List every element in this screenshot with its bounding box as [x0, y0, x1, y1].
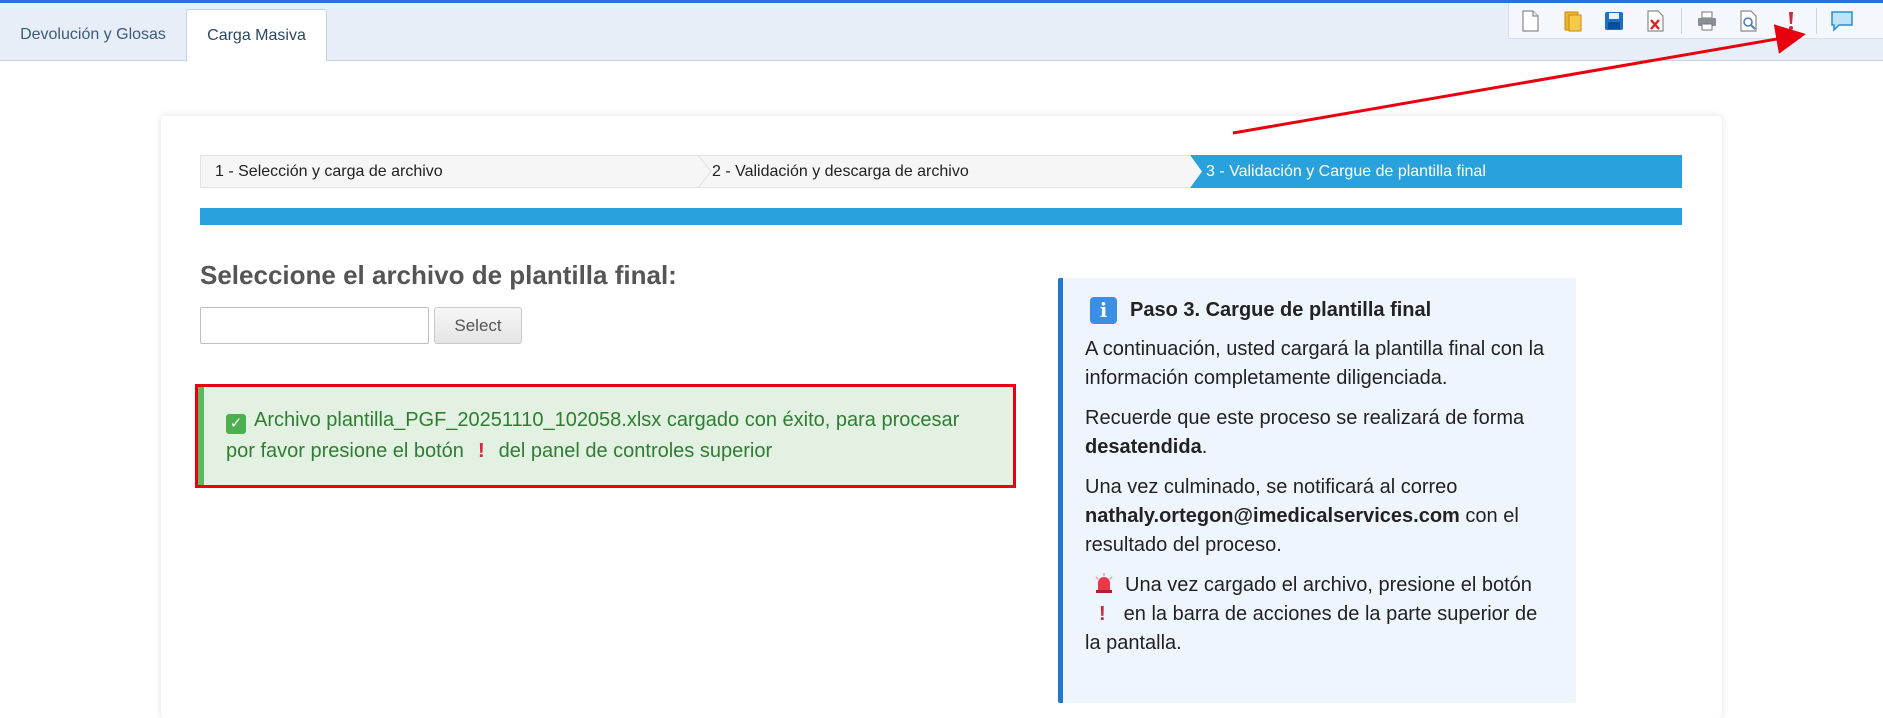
info-text: Una vez cargado el archivo, presione el …	[1125, 574, 1532, 596]
success-alert: ✓ Archivo plantilla_PGF_20251110_102058.x…	[195, 384, 1016, 488]
info-title-text: Paso 3. Cargue de plantilla final	[1130, 299, 1432, 321]
info-paragraph-4: Una vez cargado el archivo, presione el …	[1085, 571, 1554, 658]
wizard-step-2[interactable]: 2 - Validación y descarga de archivo	[698, 155, 1198, 188]
tab-devolucion-glosas[interactable]: Devolución y Glosas	[0, 9, 186, 61]
open-folder-button[interactable]	[1551, 4, 1593, 38]
wizard-steps: 1 - Selección y carga de archivo 2 - Val…	[200, 155, 1682, 188]
info-paragraph-3: Una vez culminado, se notificará al corr…	[1085, 473, 1554, 560]
exclamation-icon	[1789, 11, 1793, 30]
tab-carga-masiva[interactable]: Carga Masiva	[186, 9, 327, 62]
notification-email: nathaly.ortegon@imedicalservices.com	[1085, 505, 1460, 527]
delete-button[interactable]	[1635, 4, 1677, 38]
wizard-step-label: 3 - Validación y Cargue de plantilla fin…	[1206, 162, 1486, 180]
info-paragraph-1: A continuación, usted cargará la plantil…	[1085, 338, 1545, 389]
save-icon	[1605, 11, 1623, 30]
exclamation-icon: !	[477, 440, 485, 462]
info-paragraph-2: Recuerde que este proceso se realizará d…	[1085, 404, 1554, 462]
siren-icon	[1095, 573, 1113, 593]
wizard-step-3[interactable]: 3 - Validación y Cargue de plantilla fin…	[1190, 155, 1682, 188]
comment-icon	[1831, 10, 1853, 32]
wizard-step-label: 1 - Selección y carga de archivo	[215, 162, 443, 180]
action-toolbar	[1508, 3, 1883, 39]
info-text: Recuerde que este proceso se realizará d…	[1085, 407, 1525, 429]
save-button[interactable]	[1593, 4, 1635, 38]
print-preview-button[interactable]	[1728, 4, 1770, 38]
print-preview-icon	[1740, 9, 1757, 32]
info-title: i Paso 3. Cargue de plantilla final	[1090, 296, 1554, 325]
open-folder-icon	[1564, 11, 1582, 31]
progress-bar	[200, 208, 1682, 225]
wizard-step-1[interactable]: 1 - Selección y carga de archivo	[200, 155, 700, 188]
alert-text-end: del panel de controles superior	[498, 440, 773, 462]
new-file-icon	[1522, 9, 1539, 32]
print-button[interactable]	[1686, 4, 1728, 38]
info-text: Una vez culminado, se notificará al corr…	[1085, 476, 1458, 498]
toolbar-separator	[1681, 7, 1682, 34]
file-path-input[interactable]	[200, 307, 429, 344]
select-file-button[interactable]: Select	[434, 307, 522, 344]
comments-button[interactable]	[1821, 4, 1863, 38]
wizard-step-label: 2 - Validación y descarga de archivo	[712, 162, 969, 180]
info-panel: i Paso 3. Cargue de plantilla final A co…	[1058, 278, 1576, 703]
process-button[interactable]	[1770, 4, 1812, 38]
info-icon: i	[1090, 297, 1117, 324]
exclamation-icon: !	[1099, 603, 1106, 625]
upload-heading: Seleccione el archivo de plantilla final…	[200, 260, 677, 290]
toolbar-separator	[1816, 7, 1817, 34]
step-separator-arrow	[698, 155, 712, 188]
new-file-button[interactable]	[1509, 4, 1551, 38]
info-text: en la barra de acciones de la parte supe…	[1085, 603, 1538, 654]
checkmark-icon: ✓	[226, 414, 246, 434]
delete-icon	[1647, 9, 1664, 32]
info-text: .	[1201, 436, 1208, 458]
info-bold-text: desatendida	[1085, 436, 1202, 458]
step-separator-arrow	[1190, 155, 1202, 188]
print-icon	[1698, 11, 1716, 30]
